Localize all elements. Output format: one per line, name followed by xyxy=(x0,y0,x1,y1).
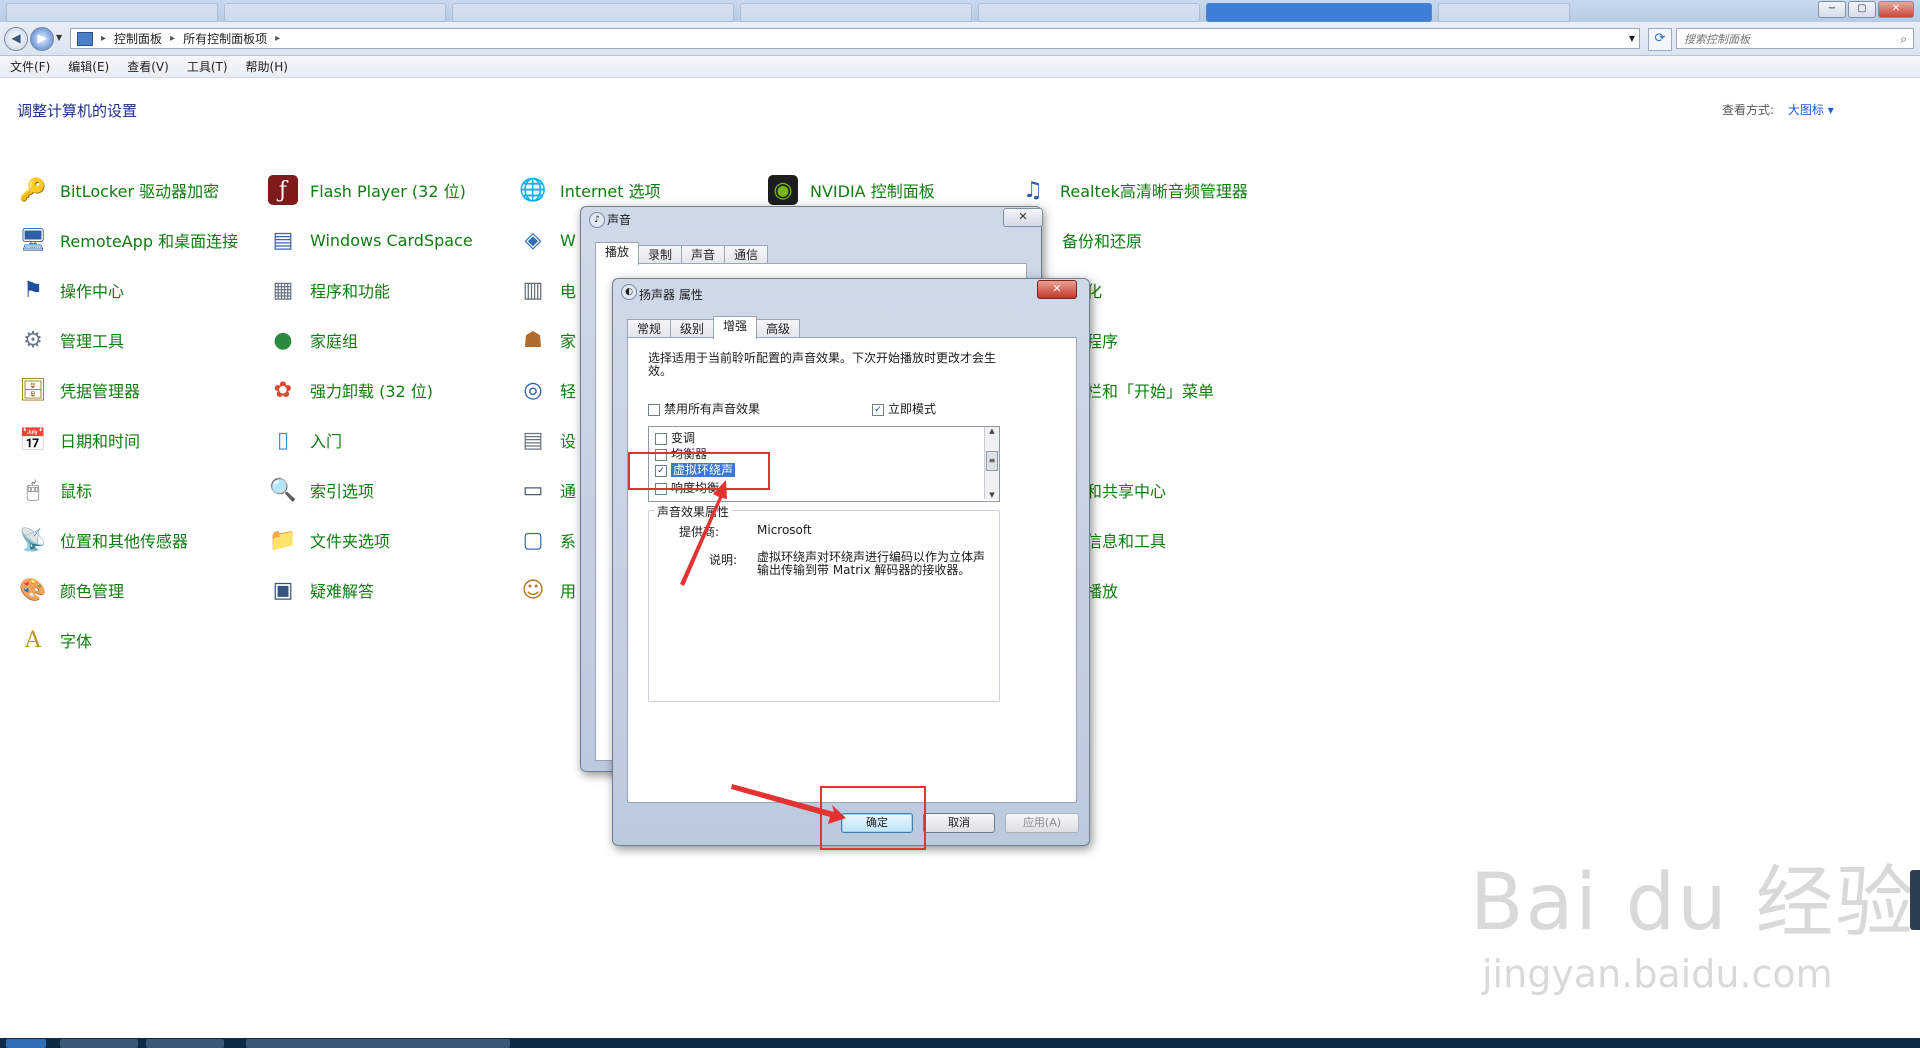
page-scroll-handle[interactable] xyxy=(1910,870,1920,930)
arrow-to-virtual-surround xyxy=(680,480,727,586)
baidu-watermark-logo: Bai du 经验 xyxy=(1470,858,1916,948)
baidu-watermark-url: jingyan.baidu.com xyxy=(1482,952,1833,996)
taskbar-button[interactable] xyxy=(432,1039,510,1048)
taskbar-button[interactable] xyxy=(146,1039,224,1048)
start-button[interactable] xyxy=(6,1039,46,1048)
taskbar xyxy=(0,1038,1920,1048)
tab-playback[interactable]: 播放 xyxy=(595,242,640,265)
arrow-to-ok-button xyxy=(731,784,846,824)
tab-enhancements[interactable]: 增强 xyxy=(713,316,758,339)
taskbar-button[interactable] xyxy=(60,1039,138,1048)
